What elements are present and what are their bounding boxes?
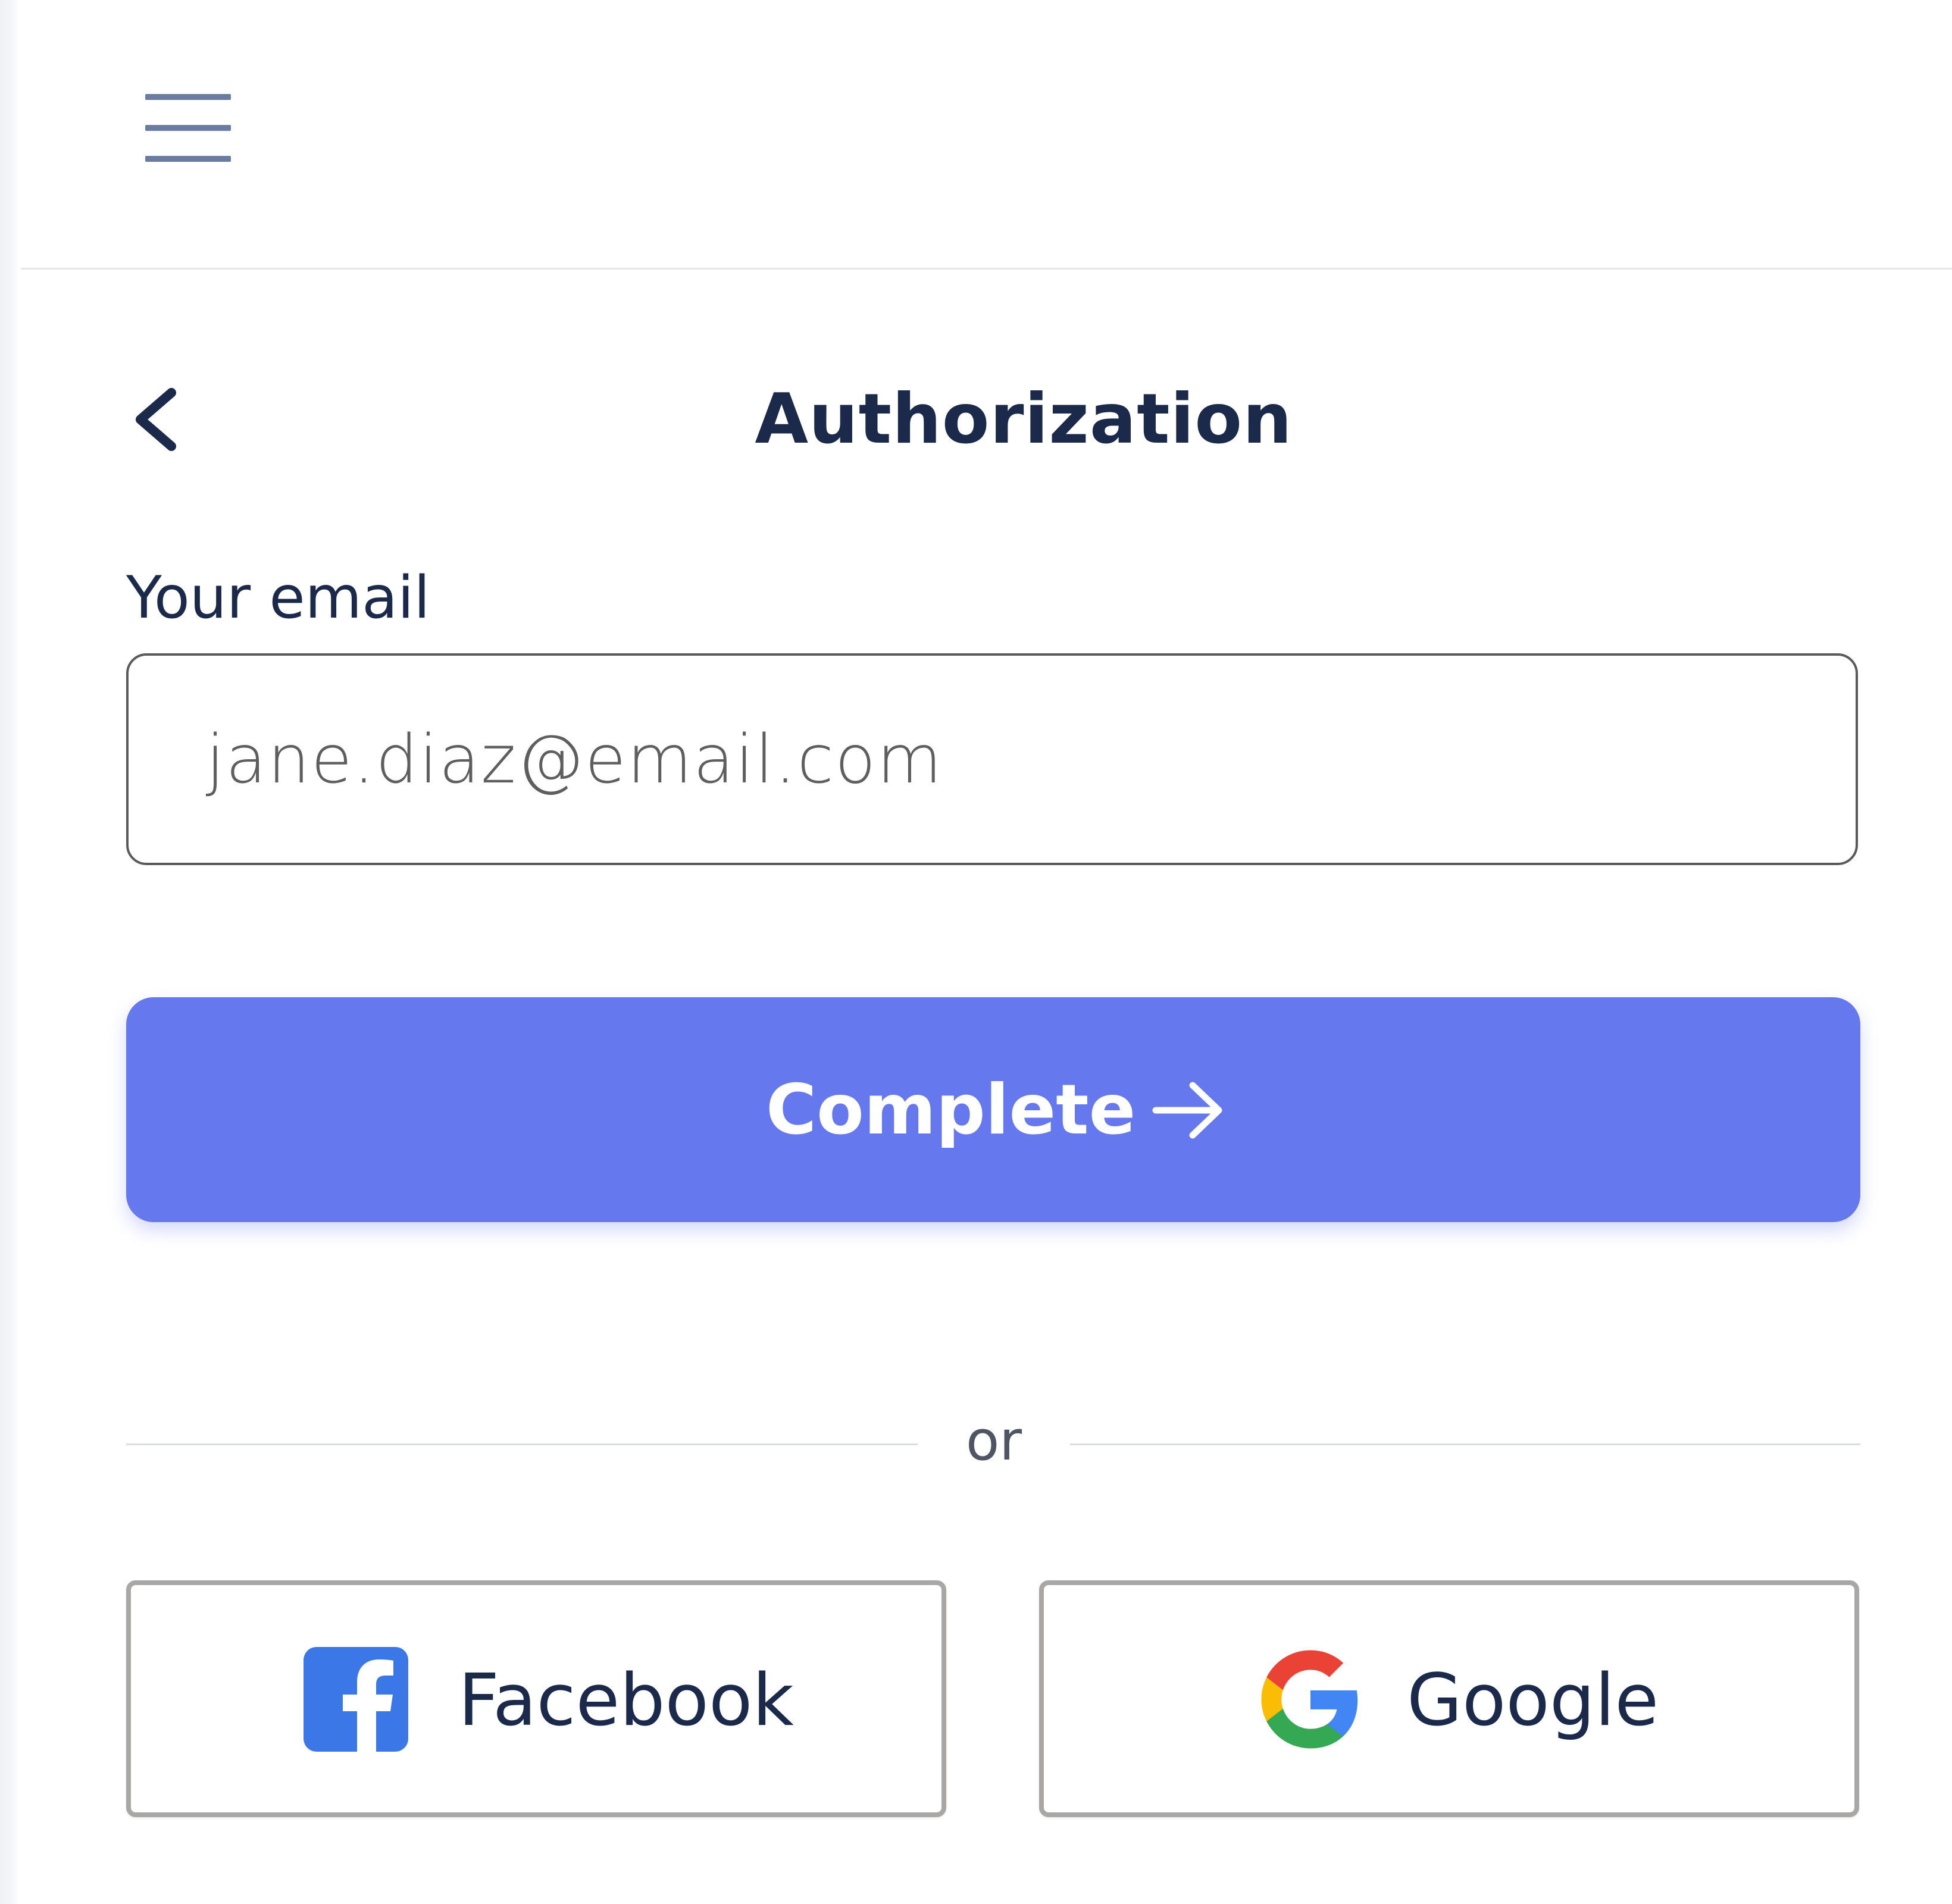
google-label: Google [1407,1659,1659,1742]
divider-left [126,1443,918,1445]
complete-button-label: Complete [766,1070,1136,1150]
page-title: Authorization [755,379,1293,459]
hamburger-menu-icon [145,94,231,162]
email-input[interactable] [206,697,1753,822]
divider-right [1070,1443,1860,1445]
arrow-right-icon [1152,1082,1222,1139]
facebook-icon [304,1647,408,1752]
chevron-left-icon [136,388,176,451]
email-label: Your email [126,564,430,632]
google-icon [1261,1650,1358,1749]
top-bar [21,0,1952,270]
google-login-button[interactable]: Google [1039,1580,1859,1817]
complete-button[interactable]: Complete [126,997,1860,1222]
separator-or: or [965,1409,1022,1473]
window-left-edge [0,0,19,1904]
facebook-label: Facebook [458,1659,794,1742]
facebook-login-button[interactable]: Facebook [126,1580,946,1817]
back-button[interactable] [125,381,184,458]
menu-button[interactable] [140,89,236,167]
email-field[interactable] [126,653,1858,865]
